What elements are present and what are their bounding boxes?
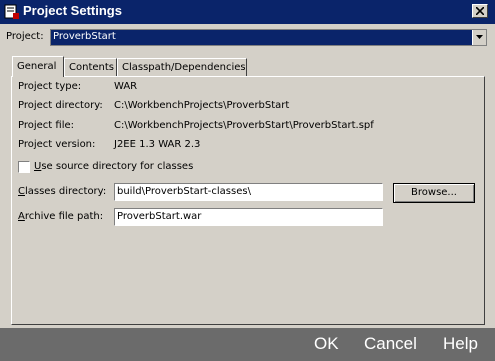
archive-file-path-field[interactable]: ProverbStart.war: [114, 208, 383, 226]
chevron-down-icon: [476, 35, 483, 39]
tab-classpath-dependencies[interactable]: Classpath/Dependencies: [117, 58, 247, 76]
tab-general-label: General: [17, 61, 57, 72]
browse-button[interactable]: Browse...: [393, 183, 475, 203]
use-source-directory-checkbox[interactable]: [18, 161, 30, 173]
dialog-footer: OK Cancel Help: [0, 328, 495, 361]
tab-classpath-label: Classpath/Dependencies: [122, 62, 246, 73]
tab-contents-label: Contents: [69, 62, 114, 73]
project-directory-label: Project directory:: [18, 100, 103, 111]
cancel-button[interactable]: Cancel: [364, 334, 417, 354]
project-directory-value: C:\WorkbenchProjects\ProverbStart: [114, 100, 290, 111]
project-select[interactable]: ProverbStart: [50, 29, 487, 46]
use-source-directory-label[interactable]: Use source directory for classes: [34, 161, 193, 172]
project-select-arrow[interactable]: [472, 30, 486, 45]
classes-directory-field[interactable]: build\ProverbStart-classes\: [114, 183, 383, 201]
close-button[interactable]: [472, 4, 488, 18]
close-icon: [476, 7, 484, 15]
project-version-label: Project version:: [18, 139, 96, 150]
project-file-value: C:\WorkbenchProjects\ProverbStart\Prover…: [114, 120, 374, 131]
project-type-label: Project type:: [18, 81, 82, 92]
project-select-value: ProverbStart: [53, 31, 116, 42]
project-settings-icon: [4, 4, 19, 19]
window-title: Project Settings: [23, 3, 122, 18]
project-label: Project:: [6, 31, 44, 42]
help-button[interactable]: Help: [443, 334, 478, 354]
project-file-label: Project file:: [18, 120, 74, 131]
ok-button[interactable]: OK: [314, 334, 339, 354]
project-version-value: J2EE 1.3 WAR 2.3: [114, 139, 201, 150]
archive-file-path-label: Archive file path:: [18, 211, 104, 222]
project-type-value: WAR: [114, 81, 138, 92]
tab-contents[interactable]: Contents: [64, 58, 117, 76]
title-bar: Project Settings: [0, 0, 495, 24]
classes-directory-label: Classes directory:: [18, 186, 107, 197]
tab-general[interactable]: General: [12, 56, 64, 77]
